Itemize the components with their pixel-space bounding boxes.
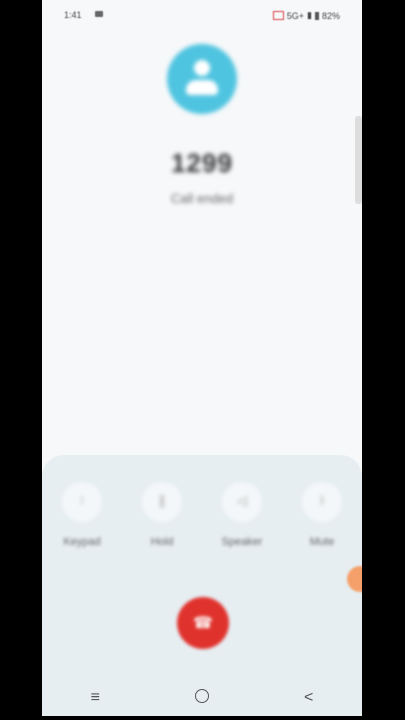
speaker-label: Speaker [221, 536, 263, 548]
camera-notification-icon [95, 11, 103, 17]
end-call-icon: ☎ [193, 615, 213, 632]
status-right: 5G+ ▮ 82% [272, 10, 340, 21]
status-time: 1:41 [64, 10, 82, 20]
speaker-icon: ◁ [222, 482, 262, 522]
avatar-head [194, 60, 210, 76]
status-bar: 1:41 5G+ ▮ 82% [42, 0, 362, 32]
keypad-icon: ⁝ [62, 482, 102, 522]
caller-number: 1299 [171, 148, 233, 178]
hold-button[interactable]: ∥ Hold [127, 482, 197, 548]
battery-label: 82% [321, 10, 340, 21]
contact-avatar [167, 44, 237, 114]
home-icon [194, 688, 209, 703]
navigation-bar: ≡ < [42, 680, 362, 716]
recents-button[interactable]: ≡ [75, 689, 115, 707]
signal-icon: ▮ [307, 10, 312, 20]
keypad-label: Keypad [63, 536, 101, 548]
avatar-body [186, 80, 218, 95]
battery-icon [314, 11, 319, 20]
cast-icon [272, 11, 284, 20]
call-controls-panel: ⁝ Keypad ∥ Hold ◁ Speaker ǀ Mute [42, 455, 362, 716]
speaker-button[interactable]: ◁ Speaker [207, 482, 277, 548]
mute-icon: ǀ [302, 482, 342, 522]
keypad-button[interactable]: ⁝ Keypad [47, 482, 117, 548]
mute-button[interactable]: ǀ Mute [287, 482, 357, 548]
end-call-button[interactable]: ☎ [177, 597, 229, 649]
call-status: Call ended [170, 191, 234, 206]
home-button[interactable] [182, 688, 222, 708]
hold-label: Hold [150, 536, 174, 548]
mute-label: Mute [309, 536, 335, 548]
back-button[interactable]: < [289, 689, 329, 707]
hold-icon: ∥ [142, 482, 182, 522]
network-label: 5G+ [286, 10, 305, 21]
call-screen: 1:41 5G+ ▮ 82% 1299 Call ended ⁝ Keypad … [42, 0, 362, 716]
scrollbar[interactable] [355, 116, 362, 204]
